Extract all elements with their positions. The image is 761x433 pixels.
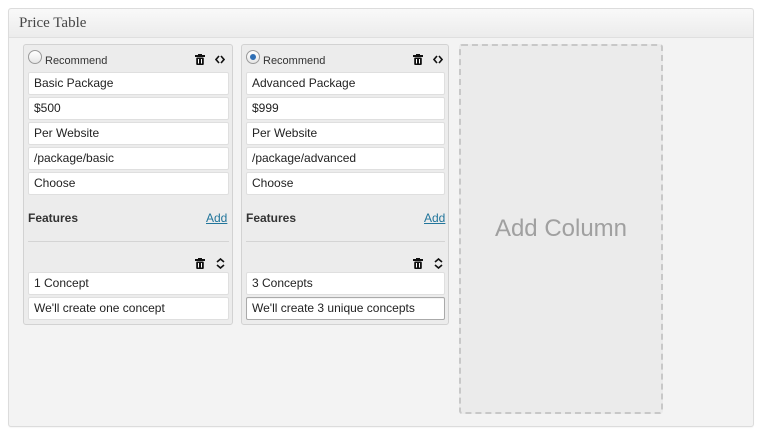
features-divider — [28, 241, 229, 242]
panel-title: Price Table — [19, 15, 87, 31]
features-divider — [246, 241, 445, 242]
features-label: Features — [246, 211, 297, 225]
trash-icon[interactable] — [194, 257, 206, 269]
url-input[interactable]: /package/advanced — [246, 147, 445, 170]
code-arrows-icon[interactable] — [214, 53, 226, 65]
trash-icon[interactable] — [194, 53, 206, 65]
period-input[interactable]: Per Website — [28, 122, 229, 145]
code-arrows-icon[interactable] — [432, 53, 444, 65]
add-feature-link[interactable]: Add — [206, 211, 227, 225]
recommend-radio[interactable] — [28, 50, 42, 64]
add-column-label: Add Column — [494, 215, 628, 242]
package-name-input[interactable]: Advanced Package — [246, 72, 445, 95]
feature-description-input[interactable]: We'll create 3 unique concepts — [246, 297, 445, 320]
trash-icon[interactable] — [412, 257, 424, 269]
sort-arrows-icon[interactable] — [214, 257, 226, 269]
panel-header — [9, 9, 753, 38]
feature-title-input[interactable]: 1 Concept — [28, 272, 229, 295]
price-column-advanced: Recommend Advanced Package $999 Per Webs… — [241, 44, 449, 325]
url-input[interactable]: /package/basic — [28, 147, 229, 170]
sort-arrows-icon[interactable] — [432, 257, 444, 269]
add-column-button[interactable]: Add Column — [459, 44, 663, 414]
price-column-basic: Recommend Basic Package $500 Per Website… — [23, 44, 233, 325]
trash-icon[interactable] — [412, 53, 424, 65]
price-input[interactable]: $999 — [246, 97, 445, 120]
feature-title-input[interactable]: 3 Concepts — [246, 272, 445, 295]
period-input[interactable]: Per Website — [246, 122, 445, 145]
add-feature-link[interactable]: Add — [424, 211, 445, 225]
recommend-label: Recommend — [263, 55, 326, 67]
recommend-label: Recommend — [45, 55, 108, 67]
price-table-panel: Price Table Recommend Basic Package $500… — [8, 8, 754, 427]
features-label: Features — [28, 211, 79, 225]
recommend-radio[interactable] — [246, 50, 260, 64]
button-text-input[interactable]: Choose — [246, 172, 445, 195]
feature-description-input[interactable]: We'll create one concept — [28, 297, 229, 320]
package-name-input[interactable]: Basic Package — [28, 72, 229, 95]
button-text-input[interactable]: Choose — [28, 172, 229, 195]
price-input[interactable]: $500 — [28, 97, 229, 120]
